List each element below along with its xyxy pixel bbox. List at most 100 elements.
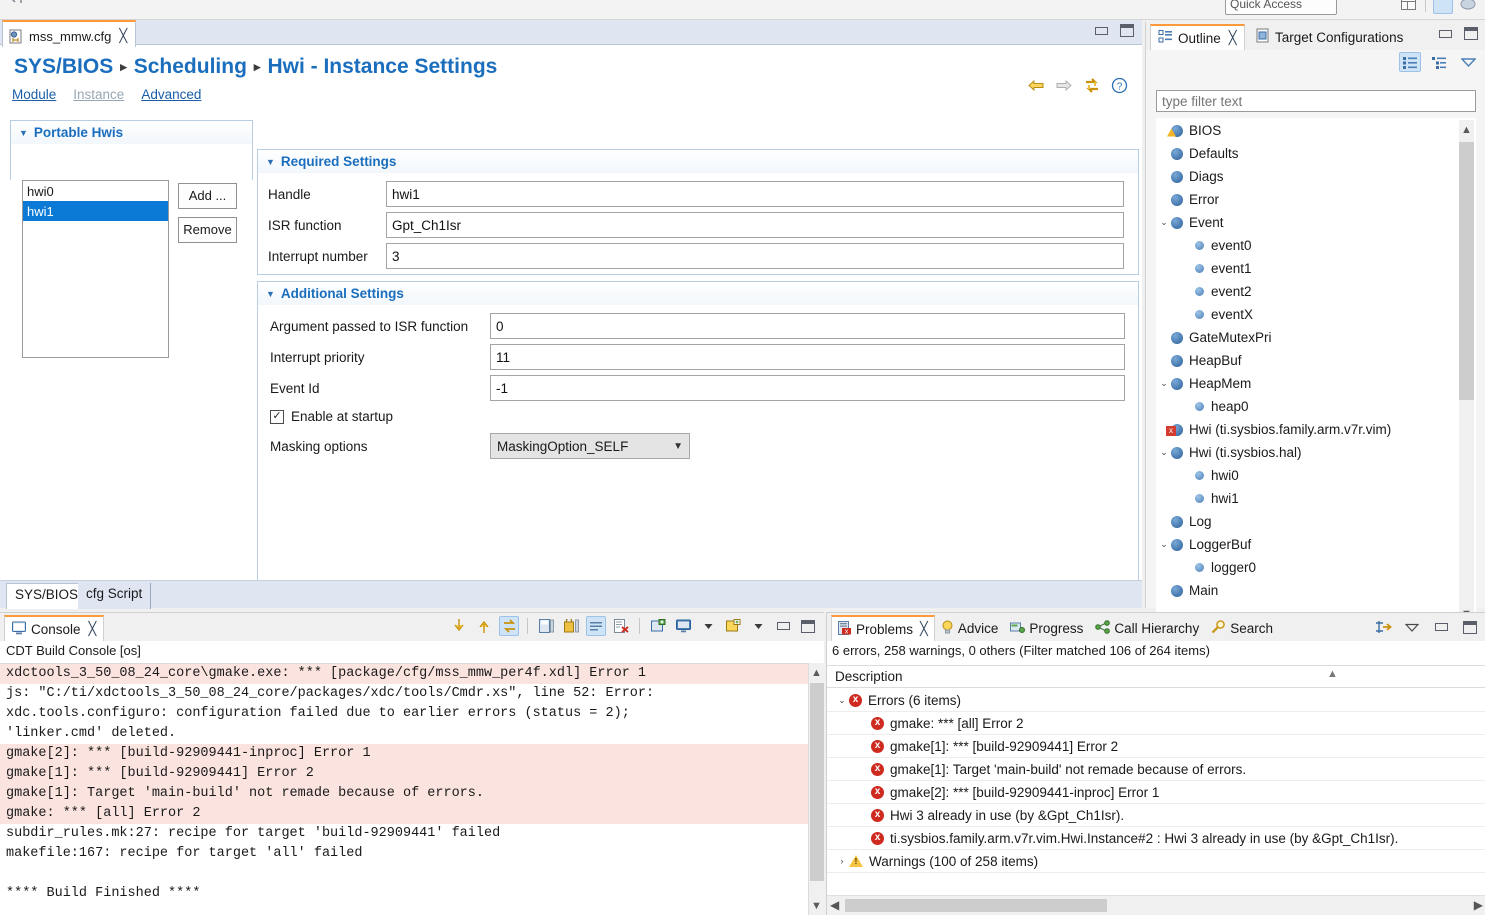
tree-list-icon[interactable] <box>1428 52 1450 72</box>
expand-twisty-icon[interactable]: ⌄ <box>1157 447 1171 458</box>
list-item[interactable]: hwi1 <box>23 201 168 221</box>
expand-twisty-icon[interactable]: ⌄ <box>1157 378 1171 389</box>
outline-scrollbar[interactable]: ▲ ▼ <box>1459 120 1474 623</box>
problems-horizontal-scrollbar[interactable]: ◀ ▶ <box>827 895 1485 915</box>
refresh-icon[interactable] <box>1083 77 1101 97</box>
close-icon[interactable]: ╳ <box>89 621 97 637</box>
additional-settings-header[interactable]: ▼ Additional Settings <box>258 282 1138 305</box>
tab-search[interactable]: Search <box>1205 615 1279 641</box>
scroll-lock-icon[interactable] <box>499 616 519 636</box>
close-icon[interactable]: ╳ <box>920 621 928 637</box>
perspective-ccs-edit-icon[interactable] <box>1433 0 1453 14</box>
outline-tree-item[interactable]: ⌄ Event <box>1157 211 1475 234</box>
outline-tree[interactable]: BIOS Defaults Diags Error ⌄ Event event0 event1… <box>1156 118 1476 624</box>
problems-row[interactable]: x gmake: *** [all] Error 2 <box>827 712 1485 735</box>
focus-on-selection-icon[interactable] <box>1373 617 1393 637</box>
console-scrollbar[interactable]: ▲ ▼ <box>808 663 824 915</box>
handle-field[interactable] <box>386 181 1124 207</box>
quick-access-input[interactable]: Quick Access <box>1225 0 1337 15</box>
breadcrumb-middle[interactable]: Scheduling <box>134 55 247 79</box>
isr-function-field[interactable] <box>386 212 1124 238</box>
pin-console-icon[interactable] <box>561 616 581 636</box>
outline-tree-item[interactable]: Error <box>1157 188 1475 211</box>
event-id-field[interactable] <box>490 375 1125 401</box>
word-wrap-icon[interactable] <box>586 616 606 636</box>
display-console-dropdown-icon[interactable] <box>698 616 718 636</box>
portable-hwis-header[interactable]: ▼ Portable Hwis <box>11 121 252 144</box>
close-icon[interactable]: ╳ <box>119 28 127 44</box>
outline-tree-item[interactable]: event2 <box>1157 280 1475 303</box>
problems-row[interactable]: › Warnings (100 of 258 items) <box>827 850 1485 873</box>
new-console-view-icon[interactable] <box>648 616 668 636</box>
problems-row[interactable]: x gmake[1]: *** [build-92909441] Error 2 <box>827 735 1485 758</box>
scroll-up-arrow-icon[interactable]: ▲ <box>1459 120 1474 140</box>
save-console-icon[interactable] <box>536 616 556 636</box>
collapse-twisty-icon[interactable]: ▼ <box>266 289 275 299</box>
display-console-icon[interactable] <box>673 616 693 636</box>
tab-outline[interactable]: Outline ╳ <box>1150 24 1245 50</box>
outline-tree-item[interactable]: hwi0 <box>1157 464 1475 487</box>
open-perspective-icon[interactable] <box>1401 0 1418 13</box>
interrupt-priority-field[interactable] <box>490 344 1125 370</box>
outline-tree-item[interactable]: ⌄ HeapMem <box>1157 372 1475 395</box>
outline-tree-item[interactable]: hwi1 <box>1157 487 1475 510</box>
problems-column-header[interactable]: Description ▲ <box>827 665 1485 688</box>
outline-tree-item[interactable]: HeapBuf <box>1157 349 1475 372</box>
breadcrumb-root[interactable]: SYS/BIOS <box>14 55 113 79</box>
hwi-instance-list[interactable]: hwi0 hwi1 <box>22 180 169 358</box>
view-menu-icon[interactable] <box>1402 617 1422 637</box>
expand-twisty-icon[interactable]: ⌄ <box>1157 539 1171 550</box>
open-console-dropdown-icon[interactable] <box>748 616 768 636</box>
isr-argument-field[interactable] <box>490 313 1125 339</box>
outline-tree-item[interactable]: event1 <box>1157 257 1475 280</box>
maximize-icon[interactable] <box>798 616 818 636</box>
flat-list-icon[interactable] <box>1399 52 1421 72</box>
scroll-right-arrow-icon[interactable]: ▶ <box>1474 898 1483 912</box>
clear-console-icon[interactable] <box>611 616 631 636</box>
problems-row[interactable]: x gmake[1]: Target 'main-build' not remad… <box>827 758 1485 781</box>
open-console-icon[interactable] <box>723 616 743 636</box>
outline-tree-item[interactable]: logger0 <box>1157 556 1475 579</box>
outline-tree-item[interactable]: Log <box>1157 510 1475 533</box>
tab-advice[interactable]: Advice <box>935 615 1005 641</box>
back-arrow-icon[interactable] <box>1027 78 1045 96</box>
tab-progress[interactable]: Progress <box>1004 615 1089 641</box>
tab-sys-bios[interactable]: SYS/BIOS <box>6 583 88 609</box>
scroll-up-arrow-icon[interactable]: ▲ <box>809 663 824 683</box>
problems-row[interactable]: x Hwi 3 already in use (by &Gpt_Ch1Isr). <box>827 804 1485 827</box>
expand-twisty-icon[interactable]: ⌄ <box>1157 217 1171 228</box>
problems-row[interactable]: x gmake[2]: *** [build-92909441-inproc] E… <box>827 781 1485 804</box>
maximize-icon[interactable] <box>1120 24 1134 37</box>
expand-twisty-icon[interactable]: ⌄ <box>835 695 849 706</box>
maximize-icon[interactable] <box>1460 617 1480 637</box>
outline-tree-item[interactable]: Main <box>1157 579 1475 602</box>
outline-tree-item[interactable]: Defaults <box>1157 142 1475 165</box>
add-button[interactable]: Add ... <box>178 183 237 209</box>
scroll-down-arrow-icon[interactable]: ▼ <box>809 896 824 915</box>
list-item[interactable]: hwi0 <box>23 181 168 201</box>
collapse-twisty-icon[interactable]: ▼ <box>19 128 28 138</box>
view-menu-icon[interactable] <box>1457 52 1479 72</box>
enable-at-startup-row[interactable]: ✓ Enable at startup <box>270 409 393 424</box>
minimize-icon[interactable] <box>1431 617 1451 637</box>
editor-tab-mss-mmw-cfg[interactable]: mss_mmw.cfg ╳ <box>2 20 137 47</box>
remove-button[interactable]: Remove <box>178 217 237 243</box>
interrupt-number-field[interactable] <box>386 243 1124 269</box>
problems-row[interactable]: x ti.sysbios.family.arm.v7r.vim.Hwi.Insta… <box>827 827 1485 850</box>
outline-tree-item[interactable]: eventX <box>1157 303 1475 326</box>
close-icon[interactable]: ╳ <box>1229 30 1237 46</box>
outline-tree-item[interactable]: Diags <box>1157 165 1475 188</box>
help-icon[interactable]: ? <box>1111 77 1128 97</box>
tab-cfg-script[interactable]: cfg Script <box>78 583 152 609</box>
minimize-icon[interactable] <box>1439 29 1452 38</box>
outline-tree-item[interactable]: event0 <box>1157 234 1475 257</box>
minimize-icon[interactable] <box>773 616 793 636</box>
outline-tree-item[interactable]: ⌄ Hwi (ti.sysbios.hal) <box>1157 441 1475 464</box>
outline-tree-item[interactable]: BIOS <box>1157 119 1475 142</box>
outline-tree-item[interactable]: ⌄ LoggerBuf <box>1157 533 1475 556</box>
tab-call-hierarchy[interactable]: Call Hierarchy <box>1089 615 1205 641</box>
outline-tree-item[interactable]: Hwi (ti.sysbios.family.arm.v7r.vim) <box>1157 418 1475 441</box>
sublink-advanced[interactable]: Advanced <box>141 87 201 102</box>
required-settings-header[interactable]: ▼ Required Settings <box>258 150 1138 173</box>
collapse-twisty-icon[interactable]: ▼ <box>266 157 275 167</box>
